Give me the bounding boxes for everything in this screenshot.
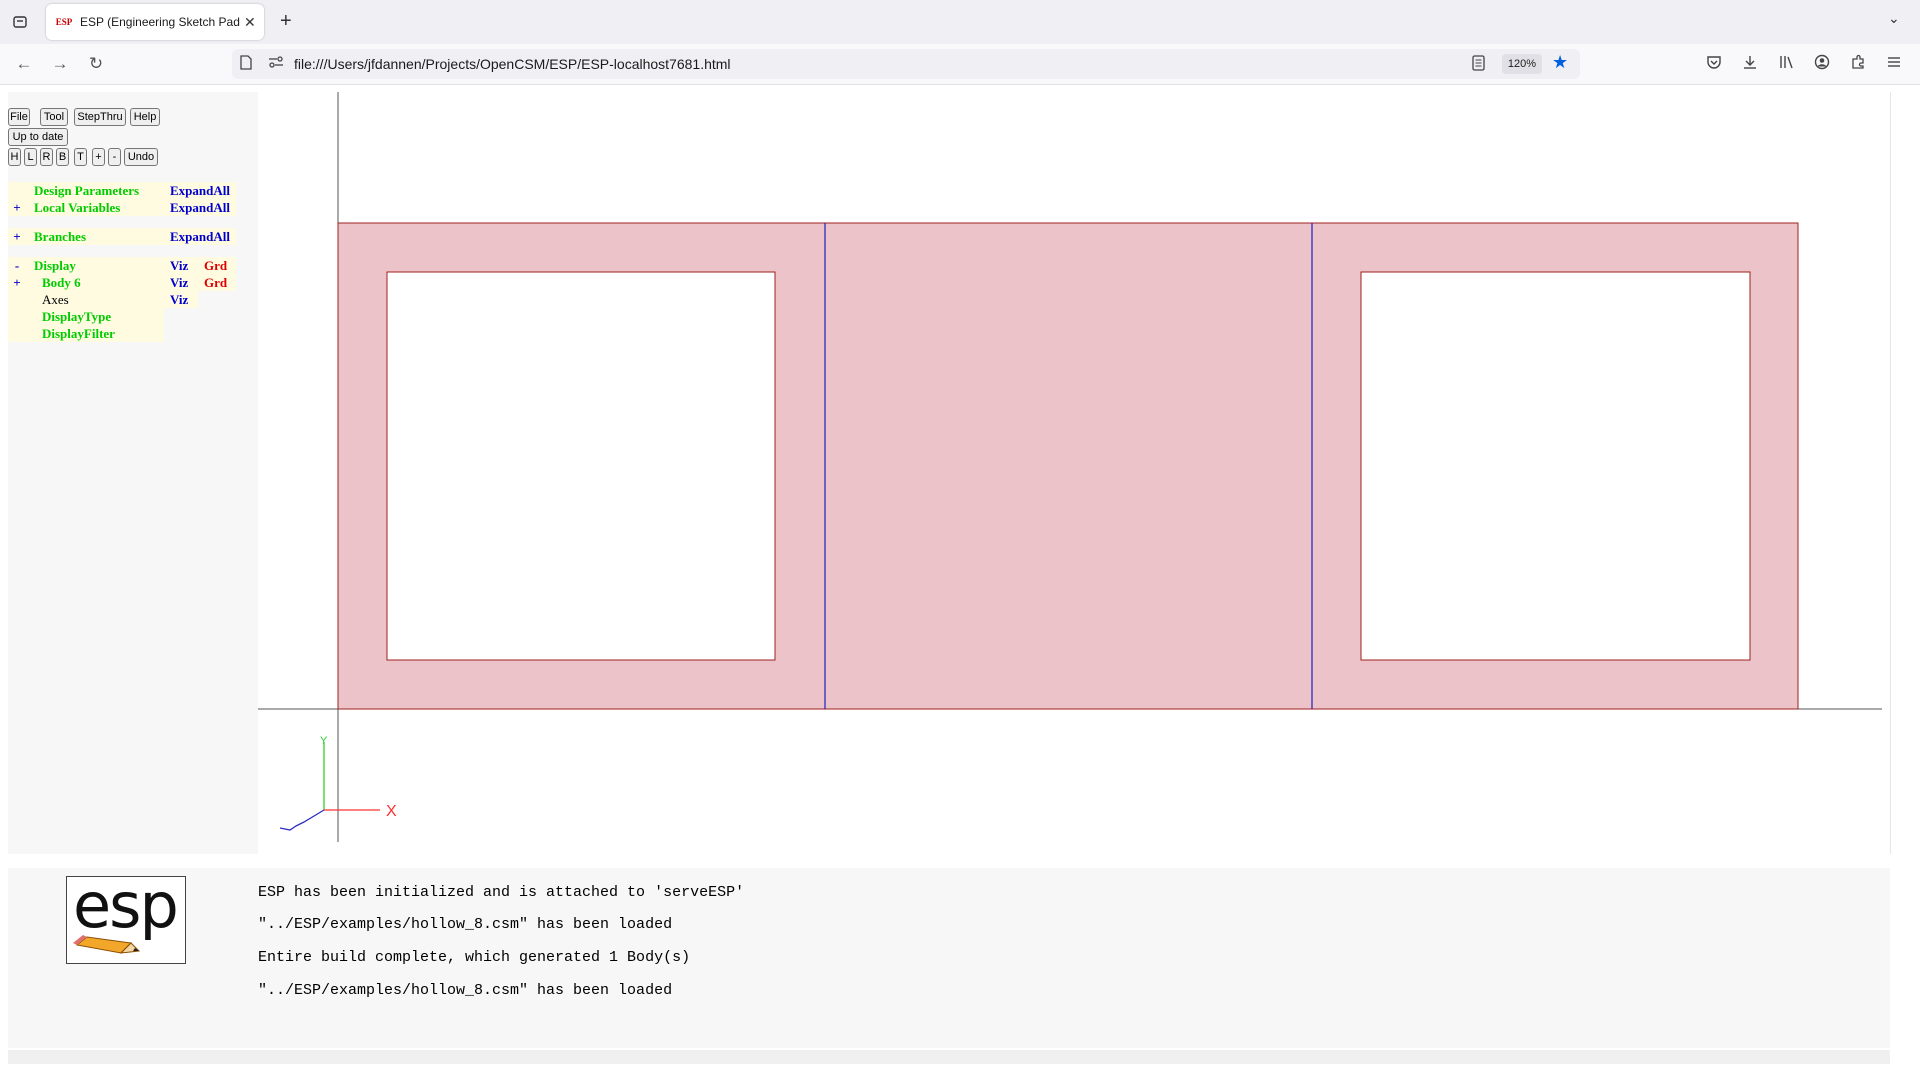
expand-toggle xyxy=(8,308,26,325)
tab-title: ESP (Engineering Sketch Pad, V xyxy=(80,15,240,29)
page-icon xyxy=(240,55,252,73)
tree-row-display: - Display Viz Grd xyxy=(8,257,248,274)
expand-toggle[interactable]: + xyxy=(8,199,26,216)
viz-toggle[interactable]: Viz xyxy=(164,257,198,274)
reload-icon[interactable]: ↻ xyxy=(84,52,108,76)
expand-all-link[interactable]: ExpandAll xyxy=(164,182,236,199)
tree-row-display-filter: DisplayFilter xyxy=(8,325,248,342)
message-line: "../ESP/examples/hollow_8.csm" has been … xyxy=(258,916,673,933)
download-icon[interactable] xyxy=(1742,54,1758,74)
message-panel: ESP has been initialized and is attached… xyxy=(258,868,1890,1048)
browser-tab[interactable]: ESP ESP (Engineering Sketch Pad, V ✕ xyxy=(46,4,264,40)
view-home-button[interactable]: H xyxy=(8,148,21,166)
help-button[interactable]: Help xyxy=(130,108,160,126)
close-icon[interactable]: ✕ xyxy=(244,14,256,31)
viz-toggle[interactable]: Viz xyxy=(164,291,198,308)
expand-toggle[interactable]: + xyxy=(8,228,26,245)
tree-label-display-type[interactable]: DisplayType xyxy=(26,308,164,325)
x-axis-label: X xyxy=(386,803,397,820)
tree-label-branches[interactable]: Branches xyxy=(26,228,164,245)
undo-button[interactable]: Undo xyxy=(124,148,158,166)
esp-favicon-icon: ESP xyxy=(55,17,73,27)
tree-label-body6[interactable]: Body 6 xyxy=(26,274,164,291)
grd-toggle[interactable]: Grd xyxy=(198,257,236,274)
tab-list-icon[interactable] xyxy=(8,10,32,34)
zoom-level-badge[interactable]: 120% xyxy=(1502,54,1542,74)
pocket-icon[interactable] xyxy=(1706,54,1722,74)
expand-toggle[interactable]: + xyxy=(8,274,26,291)
y-axis-label: Y xyxy=(320,735,328,747)
tree-label-local-variables[interactable]: Local Variables xyxy=(26,199,164,216)
extensions-icon[interactable] xyxy=(1850,54,1866,74)
browser-tab-bar: ESP ESP (Engineering Sketch Pad, V ✕ + ⌄ xyxy=(0,0,1920,44)
zoom-out-button[interactable]: - xyxy=(108,148,121,166)
hamburger-menu-icon[interactable] xyxy=(1886,54,1902,74)
star-icon[interactable]: ★ xyxy=(1552,52,1568,73)
esp-logo: esp xyxy=(66,869,186,964)
tree-row-design-parameters: Design Parameters ExpandAll xyxy=(8,182,248,199)
tool-button[interactable]: Tool xyxy=(40,108,68,126)
message-line: ESP has been initialized and is attached… xyxy=(258,884,745,901)
back-arrow-icon[interactable]: ← xyxy=(12,52,36,76)
expand-all-link[interactable]: ExpandAll xyxy=(164,199,236,216)
stepthru-button[interactable]: StepThru xyxy=(74,108,126,126)
message-line: Entire build complete, which generated 1… xyxy=(258,949,691,966)
viz-toggle[interactable]: Viz xyxy=(164,274,198,291)
library-icon[interactable] xyxy=(1778,54,1794,74)
message-line: "../ESP/examples/hollow_8.csm" has been … xyxy=(258,982,673,999)
tree-label-display-filter[interactable]: DisplayFilter xyxy=(26,325,164,342)
url-bar[interactable]: file:///Users/jfdannen/Projects/OpenCSM/… xyxy=(232,49,1580,79)
tree-row-local-variables: + Local Variables ExpandAll xyxy=(8,199,248,216)
up-to-date-button[interactable]: Up to date xyxy=(8,128,68,146)
graphics-canvas[interactable]: Y X xyxy=(258,92,1891,854)
hole-right[interactable] xyxy=(1360,271,1751,661)
reader-view-icon[interactable] xyxy=(1472,55,1485,74)
browser-nav-bar: ← → ↻ file:///Users/jfdannen/Projects/Op… xyxy=(0,44,1920,85)
chevron-down-icon[interactable]: ⌄ xyxy=(1888,10,1900,27)
expand-toggle xyxy=(8,325,26,342)
expand-toggle xyxy=(8,291,26,308)
tree-row-body6: + Body 6 Viz Grd xyxy=(8,274,248,291)
tree-row-branches: + Branches ExpandAll xyxy=(8,228,248,245)
tree-row-display-type: DisplayType xyxy=(8,308,248,325)
view-top-button[interactable]: T xyxy=(74,148,87,166)
account-icon[interactable] xyxy=(1814,54,1830,74)
tree-label-axes[interactable]: Axes xyxy=(26,291,164,308)
view-bottom-button[interactable]: B xyxy=(56,148,69,166)
expand-toggle[interactable] xyxy=(8,182,26,199)
key-input-strip[interactable] xyxy=(8,1050,1890,1064)
tree-row-axes: Axes Viz xyxy=(8,291,248,308)
url-text[interactable]: file:///Users/jfdannen/Projects/OpenCSM/… xyxy=(294,56,731,72)
permissions-icon[interactable] xyxy=(268,55,284,72)
expand-all-link[interactable]: ExpandAll xyxy=(164,228,236,245)
view-right-button[interactable]: R xyxy=(40,148,53,166)
logo-text: esp xyxy=(73,869,179,942)
z-axis-arrow xyxy=(279,809,325,831)
collapse-toggle[interactable]: - xyxy=(8,257,26,274)
zoom-in-button[interactable]: + xyxy=(92,148,105,166)
bottom-panel: esp ESP has been initialized and is atta… xyxy=(8,868,1890,1048)
plus-icon[interactable]: + xyxy=(280,10,292,33)
model-view[interactable]: Y X xyxy=(258,92,1890,854)
forward-arrow-icon[interactable]: → xyxy=(48,52,72,76)
grd-toggle[interactable]: Grd xyxy=(198,274,236,291)
pencil-icon xyxy=(73,935,141,954)
file-button[interactable]: File xyxy=(8,108,30,126)
hole-left[interactable] xyxy=(386,271,776,661)
tree-label-design-parameters[interactable]: Design Parameters xyxy=(26,182,164,199)
tree-label-display[interactable]: Display xyxy=(26,257,164,274)
view-left-button[interactable]: L xyxy=(24,148,37,166)
